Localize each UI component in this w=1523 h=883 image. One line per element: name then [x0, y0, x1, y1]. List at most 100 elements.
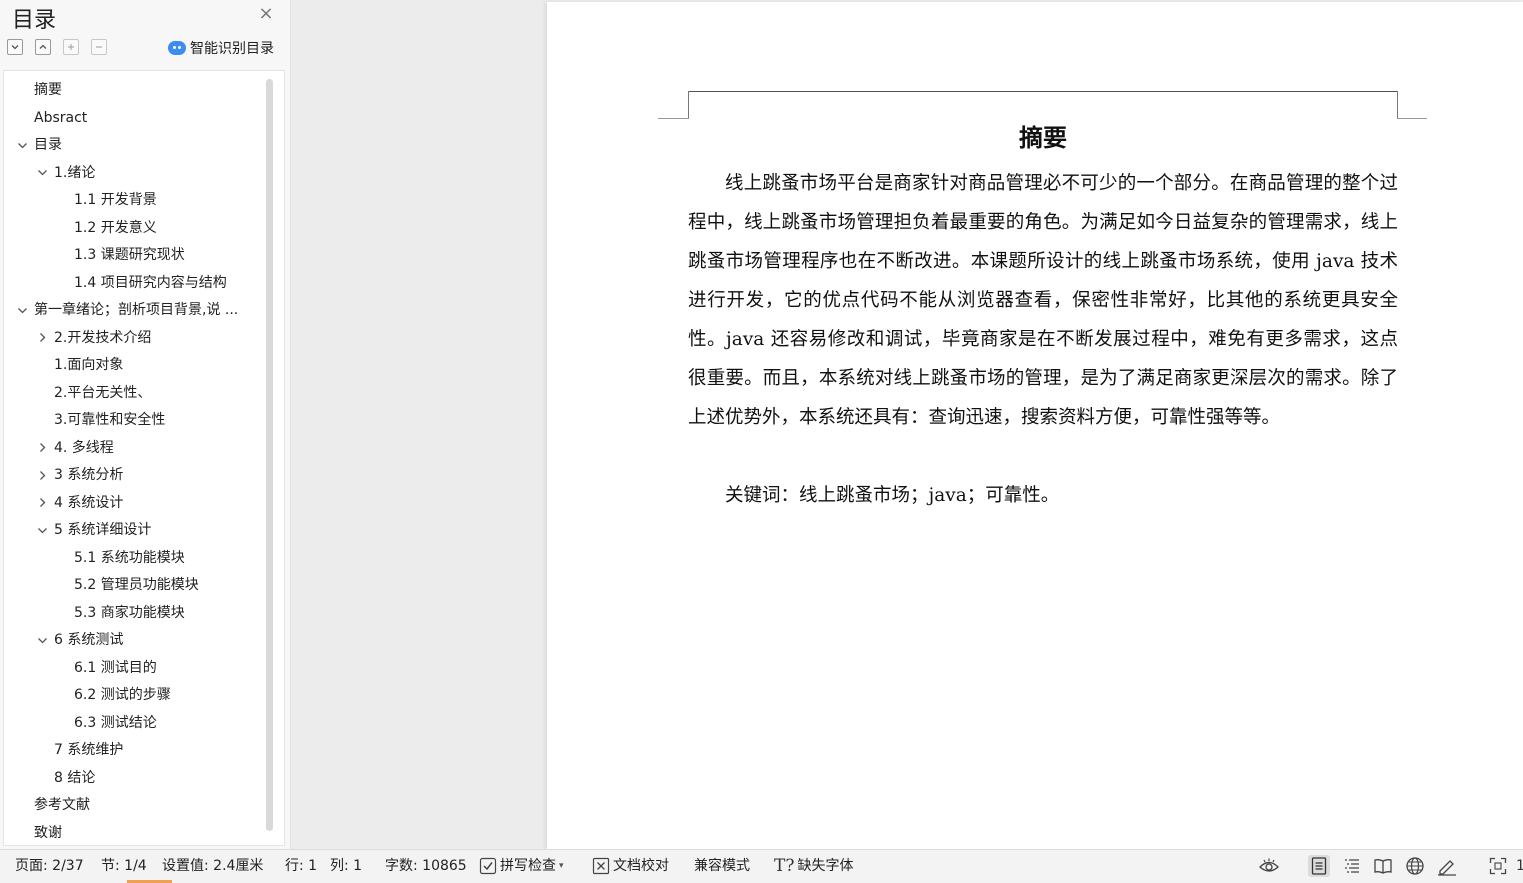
pen-icon[interactable]	[1436, 855, 1458, 877]
toc-scrollbar[interactable]	[266, 79, 273, 831]
smart-toc-label: 智能识别目录	[190, 41, 274, 57]
toc-item-label: Absract	[34, 109, 88, 126]
document-page[interactable]: 摘要 线上跳蚤市场平台是商家针对商品管理必不可少的一个部分。在商品管理的整个过程…	[547, 2, 1523, 849]
toc-toolbar	[7, 39, 107, 55]
toc-item[interactable]: 1.1 开发背景	[74, 189, 157, 211]
toc-item[interactable]: 6 系统测试	[54, 629, 123, 651]
toc-item-label: 第一章绪论；剖析项目背景,说 ...	[34, 302, 239, 318]
chevron-right-icon[interactable]	[36, 442, 48, 454]
chevron-down-icon[interactable]	[16, 139, 28, 151]
toc-item[interactable]: 1.面向对象	[54, 354, 123, 376]
header-line	[688, 91, 1398, 92]
reading-view-icon[interactable]	[1372, 855, 1394, 877]
toc-item[interactable]: 5 系统详细设计	[54, 519, 151, 541]
toc-item[interactable]: 2.开发技术介绍	[54, 327, 151, 349]
toc-item-label: 1.绪论	[54, 164, 96, 181]
missing-font-label: 缺失字体	[797, 858, 854, 874]
outline-view-icon[interactable]	[1341, 855, 1363, 877]
toc-item-label: 2.平台无关性、	[54, 384, 152, 401]
col-indicator: 列: 1	[330, 858, 363, 874]
toc-item[interactable]: 5.2 管理员功能模块	[74, 574, 199, 596]
proofread-icon	[592, 857, 610, 875]
toc-item[interactable]: 参考文献	[34, 794, 90, 816]
toc-item[interactable]: 1.3 课题研究现状	[74, 244, 185, 266]
zoom-indicator-partial[interactable]: 1	[1516, 856, 1523, 876]
toc-item-label: 目录	[34, 137, 62, 153]
toc-item[interactable]: 7 系统维护	[54, 739, 123, 761]
document-abstract: 线上跳蚤市场平台是商家针对商品管理必不可少的一个部分。在商品管理的整个过程中，线…	[688, 173, 1398, 428]
toc-list: 摘要 Absract 目录 1.绪论 1.1 开发背景 1.2 开发意义 1.3 课题研究现…	[3, 70, 285, 846]
toc-item-label: 3.可靠性和安全性	[54, 412, 166, 428]
proofread-button[interactable]: 文档校对	[592, 856, 669, 876]
toc-item-label: 5 系统详细设计	[54, 522, 152, 538]
toc-item-label: 5.3 商家功能模块	[74, 604, 185, 621]
margin-marker-left	[688, 91, 689, 119]
expand-all-icon[interactable]	[7, 39, 23, 55]
toc-item[interactable]: 8 结论	[54, 767, 95, 789]
toc-item[interactable]: 3 系统分析	[54, 464, 123, 486]
toc-item[interactable]: 1.绪论	[54, 162, 95, 184]
section-indicator[interactable]: 节: 1/4	[101, 856, 147, 876]
chevron-right-icon[interactable]	[36, 469, 48, 481]
toc-item-label: 1.2 开发意义	[74, 219, 157, 236]
toc-item-label: 8 结论	[54, 769, 96, 786]
chevron-right-icon[interactable]	[36, 497, 48, 509]
toc-item-label: 摘要	[34, 82, 62, 98]
toc-item-label: 6.1 测试目的	[74, 659, 157, 676]
toc-item[interactable]: 目录	[34, 134, 62, 156]
proofread-label: 文档校对	[613, 858, 669, 874]
toc-item-label: 7 系统维护	[54, 742, 124, 758]
compat-mode[interactable]: 兼容模式	[694, 856, 750, 876]
toc-sidebar: 目录 × 智能识别目录 摘要 Absract 目录 1.绪论 1.1 开发背景 1.2 开…	[0, 0, 291, 849]
toc-item-label: 5.1 系统功能模块	[74, 549, 185, 566]
page-view-icon[interactable]	[1308, 855, 1330, 877]
toc-item[interactable]: 4. 多线程	[54, 437, 114, 459]
remove-heading-icon[interactable]	[91, 39, 107, 55]
chevron-right-icon[interactable]	[36, 332, 48, 344]
status-bar: 页面: 2/37 节: 1/4 设置值: 2.4厘米 行: 1 列: 1 字数:…	[0, 849, 1523, 883]
close-icon[interactable]: ×	[257, 5, 275, 23]
toc-item-label: 4. 多线程	[54, 439, 114, 456]
toc-item[interactable]: 4 系统设计	[54, 492, 123, 514]
document-area: 摘要 线上跳蚤市场平台是商家针对商品管理必不可少的一个部分。在商品管理的整个过程…	[292, 0, 1523, 849]
chevron-down-icon[interactable]: ▾	[559, 856, 564, 876]
word-count[interactable]: 字数: 10865	[385, 856, 467, 876]
margin-marker-right	[1397, 91, 1398, 119]
page-indicator[interactable]: 页面: 2/37	[15, 856, 84, 876]
toc-item-label: 6.2 测试的步骤	[74, 687, 171, 703]
toc-item-label: 1.面向对象	[54, 357, 124, 373]
sidebar-title: 目录	[12, 8, 57, 33]
setting-indicator[interactable]: 设置值: 2.4厘米	[162, 856, 263, 876]
toc-item[interactable]: 2.平台无关性、	[54, 382, 151, 404]
eye-protection-icon[interactable]	[1258, 855, 1280, 877]
collapse-all-icon[interactable]	[35, 39, 51, 55]
chevron-down-icon[interactable]	[36, 634, 48, 646]
toc-item[interactable]: 6.2 测试的步骤	[74, 684, 171, 706]
toc-item[interactable]: 致谢	[34, 822, 62, 844]
toc-item[interactable]: 第一章绪论；剖析项目背景,说 ...	[34, 299, 238, 321]
toc-item-label: 参考文献	[34, 797, 90, 813]
robot-icon	[168, 41, 186, 55]
fullscreen-icon[interactable]	[1487, 855, 1509, 877]
toc-item-label: 1.1 开发背景	[74, 192, 157, 208]
toc-item[interactable]: 5.3 商家功能模块	[74, 602, 185, 624]
toc-item[interactable]: 6.3 测试结论	[74, 712, 157, 734]
web-view-icon[interactable]	[1404, 855, 1426, 877]
chevron-down-icon[interactable]	[36, 524, 48, 536]
toc-item[interactable]: 3.可靠性和安全性	[54, 409, 165, 431]
toc-item[interactable]: 1.4 项目研究内容与结构	[74, 272, 227, 294]
smart-toc-button[interactable]: 智能识别目录	[168, 38, 274, 58]
chevron-down-icon[interactable]	[16, 304, 28, 316]
toc-item[interactable]: 5.1 系统功能模块	[74, 547, 185, 569]
toc-item[interactable]: Absract	[34, 107, 87, 129]
add-heading-icon[interactable]	[63, 39, 79, 55]
spellcheck-icon	[479, 857, 497, 875]
toc-item[interactable]: 1.2 开发意义	[74, 217, 157, 239]
toc-item[interactable]: 摘要	[34, 79, 62, 101]
toc-item-label: 4 系统设计	[54, 494, 124, 511]
document-heading: 摘要	[1019, 123, 1067, 152]
toc-item[interactable]: 6.1 测试目的	[74, 657, 157, 679]
spellcheck-button[interactable]: 拼写检查 ▾	[479, 856, 564, 876]
missing-font-button[interactable]: T? 缺失字体	[774, 856, 853, 876]
chevron-down-icon[interactable]	[36, 167, 48, 179]
